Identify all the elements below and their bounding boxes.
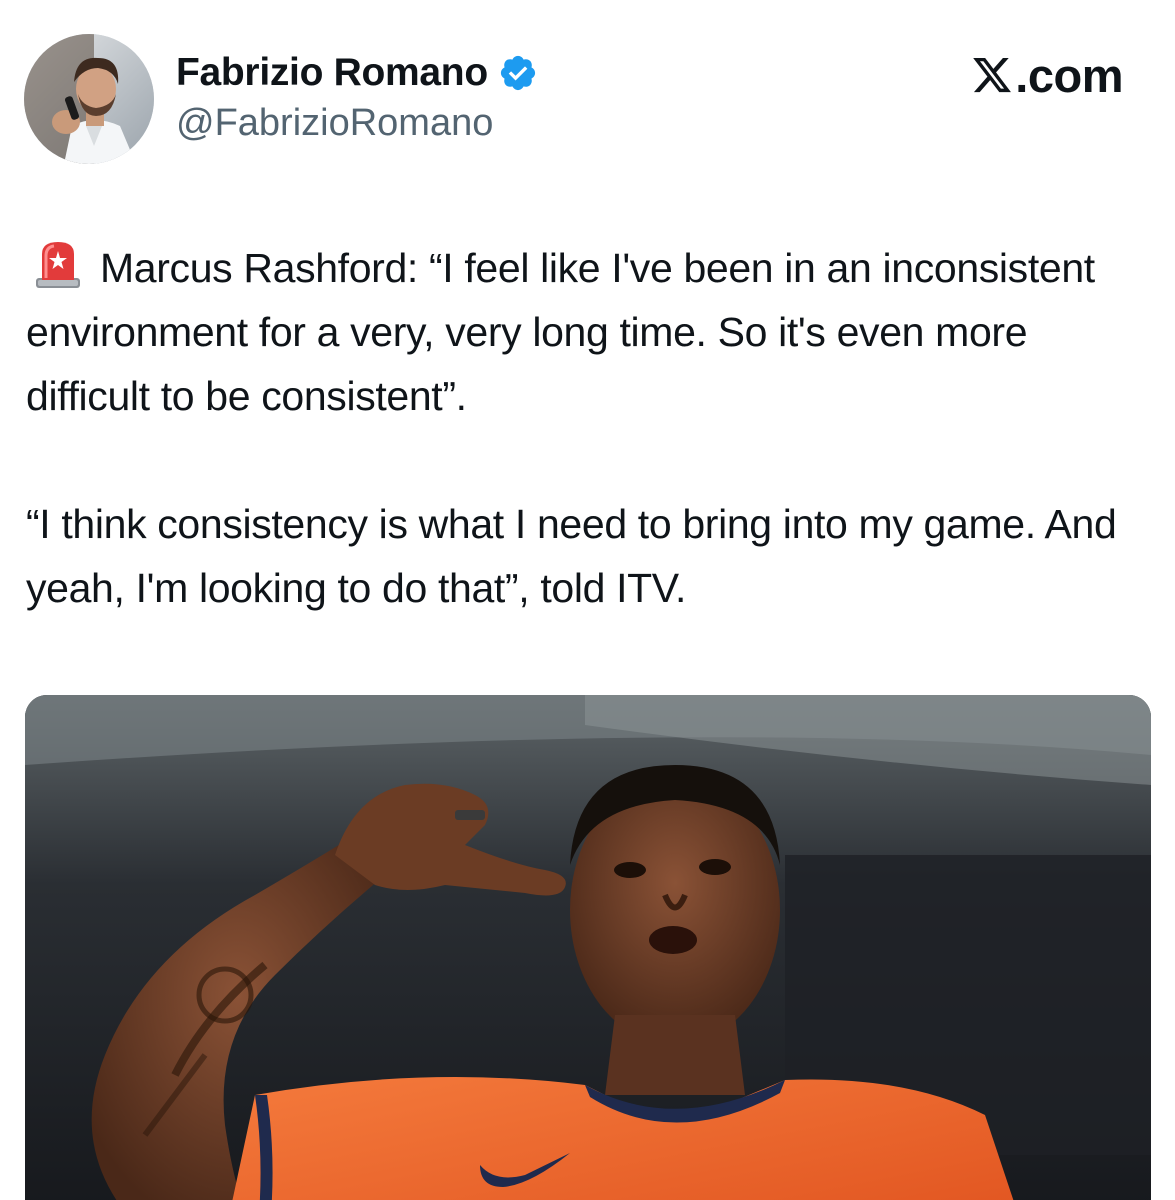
- brand-watermark: .com: [971, 48, 1123, 102]
- author-display-name[interactable]: Fabrizio Romano: [176, 51, 488, 95]
- tweet-media-photo[interactable]: [25, 695, 1151, 1200]
- author-handle[interactable]: @FabrizioRomano: [176, 102, 538, 145]
- x-logo-icon: [971, 54, 1013, 96]
- tweet-paragraph-1: Marcus Rashford: “I feel like I've been …: [26, 245, 1095, 419]
- tweet-paragraph-1-block: Marcus Rashford: “I feel like I've been …: [26, 236, 1161, 428]
- author-name-row: Fabrizio Romano: [176, 48, 538, 98]
- tweet-paragraph-2: “I think consistency is what I need to b…: [26, 501, 1117, 611]
- player-celebration-photo-icon: [25, 695, 1151, 1200]
- police-siren-icon: [34, 238, 82, 290]
- tweet-text: Marcus Rashford: “I feel like I've been …: [26, 236, 1161, 620]
- verified-badge-icon: [498, 53, 538, 93]
- author-avatar[interactable]: [24, 34, 154, 164]
- tweet-card: Fabrizio Romano @FabrizioRomano .com Mar…: [0, 0, 1175, 1200]
- author-block: Fabrizio Romano @FabrizioRomano: [176, 48, 538, 145]
- avatar-photo-icon: [24, 34, 154, 164]
- brand-text: .com: [1015, 48, 1123, 102]
